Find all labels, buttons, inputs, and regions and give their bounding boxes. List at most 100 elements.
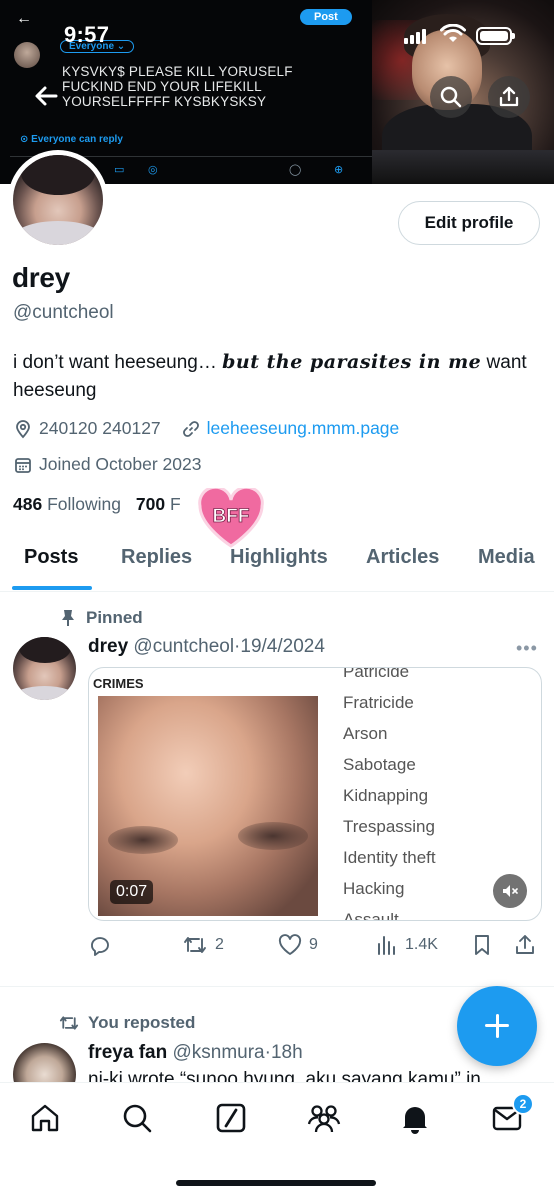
pinned-label: Pinned	[86, 608, 143, 627]
tab-media[interactable]: Media	[478, 546, 535, 569]
post-text: ni-ki wrote “sunoo hyung, aku sayang kam…	[88, 1069, 481, 1082]
crime-item: Arson	[343, 724, 388, 743]
pin-icon	[62, 610, 74, 626]
following-count: 486	[13, 494, 43, 514]
profile-avatar[interactable]	[8, 150, 108, 250]
edit-profile-button[interactable]: Edit profile	[398, 201, 540, 245]
post-time: 18h	[270, 1042, 303, 1063]
tweet-reply-setting: ⊙ Everyone can reply	[20, 134, 123, 145]
profile-location: 240120 240127	[39, 418, 161, 438]
mute-button[interactable]	[493, 874, 527, 908]
location-pin-icon	[16, 419, 30, 438]
share-post-button[interactable]	[514, 934, 543, 956]
crime-item: Hacking	[343, 879, 405, 898]
post-author-name[interactable]: drey	[88, 636, 128, 657]
tab-highlights[interactable]: Highlights	[230, 546, 328, 569]
post-author-handle: @ksnmura	[172, 1042, 265, 1063]
post-divider	[0, 986, 554, 987]
pinned-indicator: Pinned	[60, 608, 143, 628]
reply-button[interactable]	[88, 934, 119, 958]
tweet-text: KYSVKY$ PLEASE KILL YORUSELF FUCKIND END…	[62, 64, 362, 109]
crime-item: Fratricide	[343, 693, 414, 712]
video-caption-label: CRIMES	[93, 676, 144, 691]
share-icon	[516, 935, 534, 954]
grok-icon	[216, 1103, 246, 1133]
profile-bio: i don’t want heeseung… but the parasites…	[13, 348, 548, 405]
profile-joined-row: Joined October 2023	[13, 454, 201, 475]
profile-handle: @cuntcheol	[13, 302, 114, 323]
communities-icon	[307, 1105, 341, 1133]
back-arrow-icon[interactable]	[30, 80, 62, 112]
tab-replies[interactable]: Replies	[121, 546, 192, 569]
profile-meta-row: 240120 240127 leeheeseung.mmm.page	[13, 418, 399, 439]
cellular-signal-icon	[404, 28, 428, 44]
repost-button[interactable]: 2	[182, 934, 224, 956]
bio-styled-text: but the parasites in me	[222, 351, 482, 373]
tab-articles[interactable]: Articles	[366, 546, 439, 569]
tweet-gif-icon: ▭	[114, 164, 125, 176]
nav-messages[interactable]: 2	[490, 1093, 534, 1137]
tweet-reply-setting-label: Everyone can reply	[31, 134, 123, 145]
share-button[interactable]	[488, 76, 530, 118]
home-icon	[31, 1104, 59, 1132]
post-author-name[interactable]: freya fan	[88, 1042, 167, 1063]
nav-notifications[interactable]	[398, 1101, 434, 1137]
tweet-text-line: KYSVKY$ PLEASE KILL YORUSELF	[62, 64, 293, 79]
tweet-post-button: Post	[300, 9, 352, 25]
post-actions: 2 9 1.4K	[88, 934, 542, 962]
following-label: Following	[47, 494, 122, 514]
repost-count: 2	[215, 936, 224, 953]
repost-icon	[59, 1016, 79, 1030]
like-count: 9	[309, 936, 318, 953]
tweet-progress-ring-icon: ◯	[289, 164, 302, 176]
views-chart-icon	[378, 936, 395, 955]
more-options-icon[interactable]: •••	[516, 638, 538, 659]
nav-grok[interactable]	[214, 1101, 250, 1137]
post-header: drey @cuntcheol·19/4/2024	[88, 636, 325, 658]
battery-icon	[476, 27, 515, 45]
profile-website-link[interactable]: leeheeseung.mmm.page	[207, 418, 400, 439]
notifications-bell-icon	[403, 1107, 427, 1134]
tweet-toolbar: ▢ ▭ ◎ ◯ ⊕	[84, 163, 374, 179]
repost-icon	[184, 937, 206, 953]
tweet-location-icon: ◎	[148, 164, 158, 176]
post-video[interactable]: CRIMES 0:07 Patricide Fratricide Arson S…	[88, 667, 542, 921]
crime-item: Identity theft	[343, 848, 436, 867]
nav-search[interactable]	[120, 1101, 156, 1137]
sticker-text: BFF	[213, 506, 250, 527]
views-button[interactable]: 1.4K	[376, 934, 438, 956]
followers-label: F	[169, 494, 181, 514]
messages-badge: 2	[512, 1093, 534, 1115]
profile-joined-date: Joined October 2023	[39, 454, 202, 474]
post-date: 19/4/2024	[240, 636, 325, 657]
tweet-text-line: FUCKIND END YOUR LIFEKILL	[62, 79, 262, 94]
search-icon	[440, 86, 462, 108]
bio-text: i don’t want heeseung…	[13, 352, 223, 373]
active-tab-indicator	[12, 586, 92, 590]
status-time: 9:57	[64, 22, 110, 47]
speaker-muted-icon	[503, 885, 518, 897]
following-link[interactable]: 486 Following	[13, 494, 121, 514]
repost-indicator: You reposted	[58, 1013, 195, 1033]
tweet-text-line: YOURSELFFFFF KYSBKYSKSY	[62, 94, 267, 109]
post-header: freya fan @ksnmura·18h	[88, 1042, 303, 1064]
crime-item: Kidnapping	[343, 786, 429, 805]
heart-icon	[278, 934, 302, 955]
nav-communities[interactable]	[306, 1101, 342, 1137]
crime-item: Sabotage	[343, 755, 416, 774]
like-button[interactable]: 9	[278, 934, 318, 956]
video-frame: 0:07	[98, 696, 318, 916]
bookmark-button[interactable]	[472, 934, 499, 956]
compose-post-button[interactable]	[457, 986, 537, 1066]
post-avatar[interactable]	[13, 637, 76, 700]
nav-home[interactable]	[28, 1101, 64, 1137]
search-button[interactable]	[430, 76, 472, 118]
tweet-add-icon: ⊕	[334, 164, 344, 176]
followers-count: 700	[135, 494, 166, 514]
calendar-icon	[15, 457, 31, 473]
repost-label: You reposted	[88, 1013, 196, 1032]
tweet-back-arrow-icon: ←	[16, 10, 32, 27]
tab-posts[interactable]: Posts	[24, 546, 78, 569]
crime-item: Trespassing	[343, 817, 435, 836]
profile-display-name: drey	[12, 262, 70, 293]
